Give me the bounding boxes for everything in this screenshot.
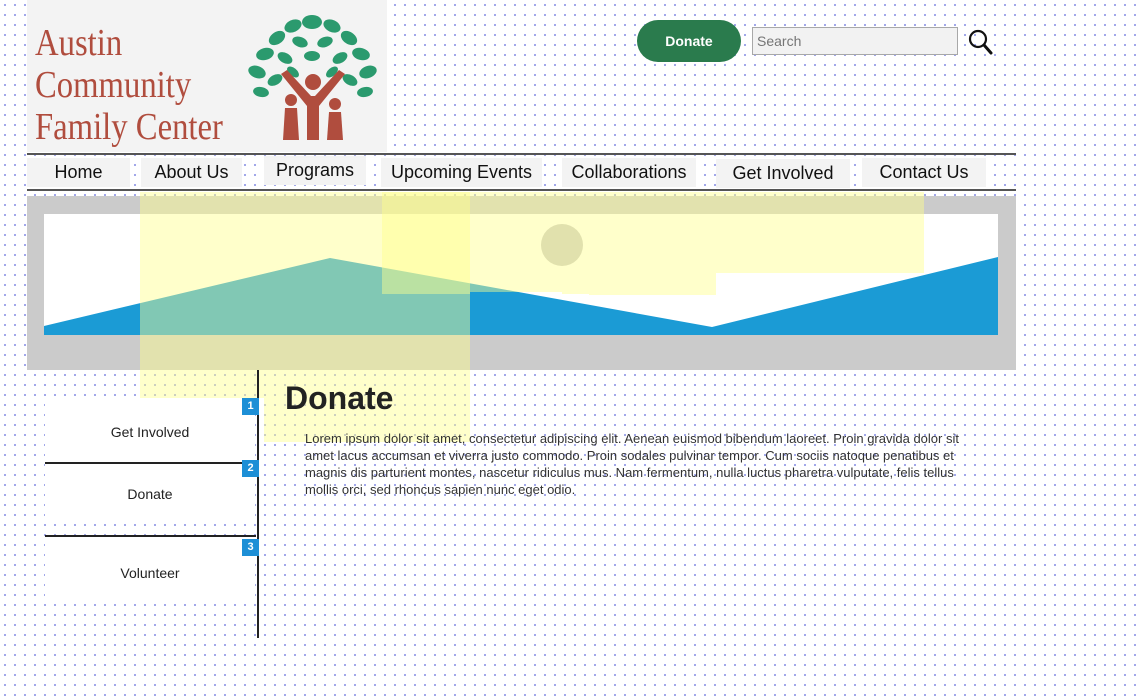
nav-item-collaborations[interactable]: Collaborations	[562, 158, 696, 187]
sidebar-item-donate[interactable]: Donate	[45, 464, 255, 524]
nav-divider-top	[27, 153, 1016, 155]
nav-item-home[interactable]: Home	[27, 158, 130, 187]
page-title: Donate	[285, 380, 394, 416]
nav-item-upcoming-events[interactable]: Upcoming Events	[381, 158, 542, 187]
tree-family-icon	[248, 15, 377, 140]
nav-item-about-us[interactable]: About Us	[141, 158, 242, 187]
sidebar-item-volunteer[interactable]: Volunteer	[45, 543, 255, 603]
logo-line-2: Community	[35, 64, 192, 106]
nav-divider-bottom	[27, 189, 1016, 191]
donate-button[interactable]: Donate	[637, 20, 741, 62]
logo-line-3: Family Center	[35, 106, 223, 148]
logo-text: Austin Community Family Center	[35, 22, 223, 148]
site-logo[interactable]: Austin Community Family Center	[27, 0, 387, 152]
banner-image	[44, 214, 998, 335]
sidebar-badge: 2	[242, 460, 259, 477]
logo-line-1: Austin	[35, 22, 123, 64]
search-icon[interactable]	[966, 28, 994, 56]
sidebar-badge: 3	[242, 539, 259, 556]
body-text: Lorem ipsum dolor sit amet, consectetur …	[305, 431, 959, 497]
search-input[interactable]	[752, 27, 958, 55]
nav-item-contact-us[interactable]: Contact Us	[862, 158, 986, 187]
nav-item-programs[interactable]: Programs	[264, 156, 366, 185]
sidebar-separator	[45, 535, 256, 537]
sidebar-badge: 1	[242, 398, 259, 415]
nav-item-get-involved[interactable]: Get Involved	[716, 159, 850, 188]
sidebar-item-get-involved[interactable]: Get Involved	[45, 402, 255, 462]
